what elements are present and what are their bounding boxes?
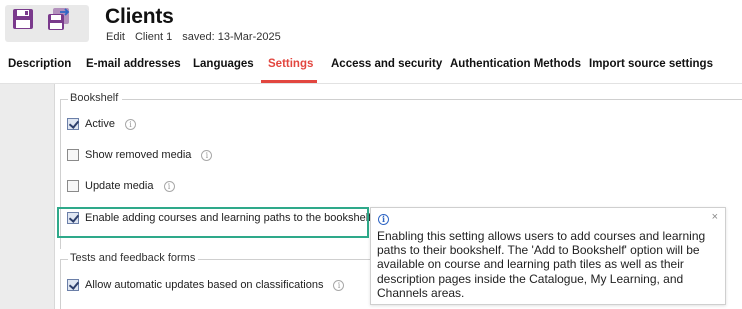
save-button[interactable] bbox=[10, 6, 36, 32]
automatic-updates-label: Allow automatic updates based on classif… bbox=[85, 279, 324, 291]
show-removed-media-label: Show removed media bbox=[85, 149, 192, 161]
tab-languages[interactable]: Languages bbox=[193, 58, 254, 70]
info-circle-icon: i bbox=[378, 214, 389, 225]
active-tab-indicator bbox=[261, 80, 317, 83]
tab-email-addresses[interactable]: E-mail addresses bbox=[86, 58, 181, 70]
side-panel bbox=[0, 84, 55, 309]
record-meta: Edit Client 1 saved: 13-Mar-2025 bbox=[106, 31, 281, 43]
info-icon[interactable]: i bbox=[124, 118, 136, 130]
saved-date: saved: 13-Mar-2025 bbox=[182, 31, 281, 43]
tab-description[interactable]: Description bbox=[8, 58, 71, 70]
page-title: Clients bbox=[105, 5, 174, 28]
mode-label: Edit bbox=[106, 31, 125, 43]
save-icon bbox=[13, 9, 33, 29]
update-media-checkbox[interactable] bbox=[67, 180, 79, 192]
tests-border-top-right bbox=[198, 259, 370, 260]
active-label: Active bbox=[85, 118, 115, 130]
option-update-media: Update media i bbox=[67, 180, 175, 192]
save-as-icon bbox=[48, 8, 70, 30]
tooltip-text: Enabling this setting allows users to ad… bbox=[377, 229, 706, 300]
info-icon[interactable]: i bbox=[333, 279, 345, 291]
bookshelf-border-top-right bbox=[122, 99, 742, 100]
tests-border-left bbox=[60, 259, 61, 309]
close-tooltip-button[interactable]: × bbox=[712, 211, 718, 223]
highlight-frame bbox=[57, 207, 369, 238]
info-icon[interactable]: i bbox=[163, 180, 175, 192]
active-checkbox[interactable] bbox=[67, 118, 79, 130]
tests-legend: Tests and feedback forms bbox=[68, 252, 198, 264]
bookshelf-border-top-left bbox=[60, 99, 68, 100]
automatic-updates-checkbox[interactable] bbox=[67, 279, 79, 291]
option-automatic-updates: Allow automatic updates based on classif… bbox=[67, 279, 345, 291]
option-active: Active i bbox=[67, 118, 136, 130]
bookshelf-legend: Bookshelf bbox=[68, 92, 121, 104]
info-icon[interactable]: i bbox=[201, 149, 213, 161]
update-media-label: Update media bbox=[85, 180, 154, 192]
tab-authentication-methods[interactable]: Authentication Methods bbox=[450, 58, 581, 70]
tab-settings[interactable]: Settings bbox=[268, 58, 313, 70]
tab-import-source-settings[interactable]: Import source settings bbox=[589, 58, 713, 70]
tests-border-top-left bbox=[60, 259, 68, 260]
save-as-button[interactable] bbox=[46, 6, 72, 32]
show-removed-media-checkbox[interactable] bbox=[67, 149, 79, 161]
record-name: Client 1 bbox=[134, 31, 173, 43]
tab-bar: Description E-mail addresses Languages S… bbox=[0, 52, 742, 84]
tab-access-and-security[interactable]: Access and security bbox=[331, 58, 442, 70]
info-tooltip: i × Enabling this setting allows users t… bbox=[370, 207, 726, 305]
option-show-removed-media: Show removed media i bbox=[67, 149, 213, 161]
